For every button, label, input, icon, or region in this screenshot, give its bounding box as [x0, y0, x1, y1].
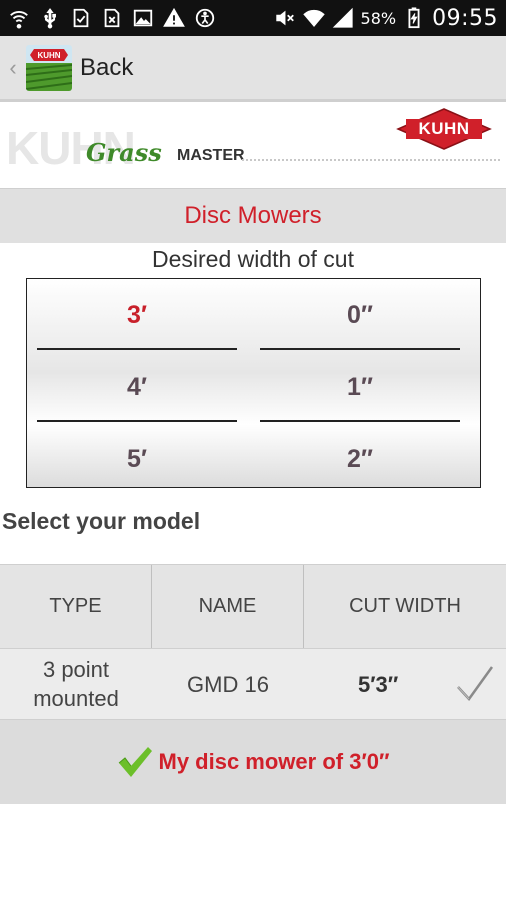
cell-signal-icon — [332, 7, 354, 29]
system-icons: 58% 09:55 — [274, 6, 498, 31]
green-check-icon — [118, 747, 152, 777]
battery-charging-icon — [403, 7, 425, 29]
chevron-left-icon: ‹ — [9, 54, 17, 80]
download-done-icon — [70, 7, 92, 29]
battery-percent: 58% — [360, 8, 397, 28]
cell-type: 3 point mounted — [0, 649, 152, 719]
svg-text:KUHN: KUHN — [37, 51, 60, 60]
grass-wordmark: Grass — [86, 138, 162, 167]
master-wordmark: MASTER — [177, 147, 245, 164]
warning-icon — [163, 7, 185, 29]
image-icon — [132, 7, 154, 29]
usb-icon — [39, 7, 61, 29]
back-button[interactable]: ‹ KUHN Back — [0, 36, 133, 99]
inches-option[interactable]: 1″ — [260, 351, 460, 423]
wifi-signal-icon — [302, 7, 325, 29]
table-header: TYPE NAME CUT WIDTH — [0, 564, 506, 649]
accessibility-icon — [194, 7, 216, 29]
cell-name: GMD 16 — [187, 671, 269, 697]
brand-banner: KUHN Grass MASTER KUHN — [0, 105, 506, 187]
clock: 09:55 — [432, 5, 498, 31]
back-label: Back — [80, 53, 134, 81]
picker-divider — [37, 348, 237, 350]
notification-icons — [8, 7, 216, 29]
confirm-button[interactable]: My disc mower of 3′0″ — [0, 720, 506, 804]
inches-option[interactable]: 0″ — [260, 279, 460, 351]
banner-divider — [242, 159, 500, 161]
kuhn-logo-text: KUHN — [418, 119, 470, 138]
sim-error-icon — [101, 7, 123, 29]
checkmark-icon[interactable] — [454, 663, 496, 705]
width-prompt: Desired width of cut — [152, 246, 354, 272]
feet-option[interactable]: 5′ — [37, 423, 237, 495]
header-type[interactable]: TYPE — [0, 565, 152, 648]
header-name[interactable]: NAME — [152, 565, 304, 648]
cell-cut-width: 5′3″ — [304, 649, 506, 719]
header-cut-width[interactable]: CUT WIDTH — [304, 565, 506, 648]
feet-option[interactable]: 4′ — [37, 351, 237, 423]
status-bar: 58% 09:55 — [0, 0, 506, 36]
action-bar: ‹ KUHN Back — [0, 36, 506, 102]
section-title: Disc Mowers — [0, 188, 506, 243]
picker-divider — [260, 420, 460, 422]
picker-divider — [260, 348, 460, 350]
width-picker: 3′ 4′ 5′ 0″ 1″ 2″ — [26, 278, 481, 488]
confirm-label: My disc mower of 3′0″ — [158, 749, 390, 774]
mute-icon — [274, 7, 296, 29]
table-row[interactable]: 3 point mounted GMD 16 5′3″ — [0, 649, 506, 720]
type-line-1: 3 point — [42, 657, 110, 682]
section-title-text: Disc Mowers — [184, 202, 322, 229]
model-table: TYPE NAME CUT WIDTH 3 point mounted GMD … — [0, 564, 506, 720]
type-line-2: mounted — [33, 686, 119, 711]
inches-option[interactable]: 2″ — [260, 423, 460, 495]
select-model-heading: Select your model — [2, 508, 201, 534]
feet-option[interactable]: 3′ — [37, 279, 237, 351]
wifi-icon — [8, 7, 30, 29]
picker-divider — [37, 420, 237, 422]
feet-wheel[interactable]: 3′ 4′ 5′ — [37, 279, 237, 487]
app-logo-icon: KUHN — [26, 44, 72, 91]
cut-width-value: 5′3″ — [358, 671, 399, 697]
inches-wheel[interactable]: 0″ 1″ 2″ — [260, 279, 460, 487]
